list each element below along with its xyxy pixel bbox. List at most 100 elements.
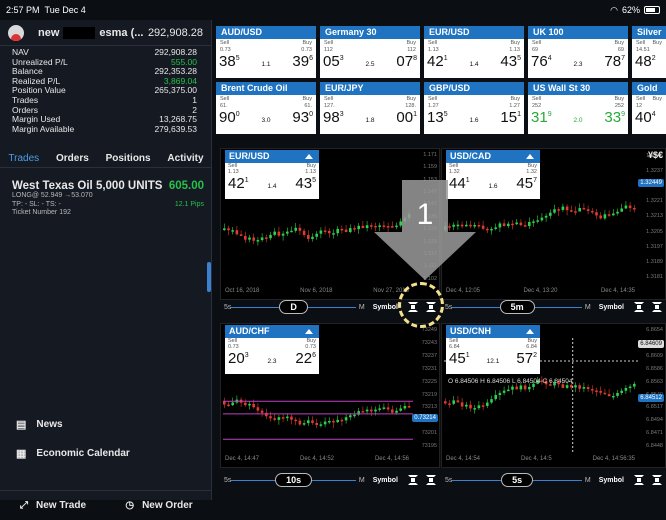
quote-tile[interactable]: EUR/JPY Sell Buy 127. 128. 983 1.8 001	[320, 82, 420, 134]
quote-tile[interactable]: EUR/USD Sell Buy 1.13 1.13 421 1.4 435	[424, 26, 524, 78]
candle-wick	[579, 203, 580, 212]
tab-trades[interactable]: Trades	[8, 153, 39, 164]
buy-price[interactable]: 078	[396, 53, 417, 70]
chart-symbol-header[interactable]: USD/CAD	[446, 150, 540, 163]
sell-price[interactable]: 764	[531, 53, 552, 70]
fullscreen-icon[interactable]	[652, 475, 662, 485]
chart-quote-box[interactable]: Sell Buy 1.13 1.13 421 1.4 435	[225, 163, 319, 199]
sell-price[interactable]: 900	[219, 109, 240, 126]
new-order-button[interactable]: ◷ New Order	[106, 500, 212, 511]
symbol-button[interactable]: Symbol	[599, 477, 624, 484]
quote-tile[interactable]: Gold Sell Buy 12 404	[632, 82, 666, 134]
symbol-button[interactable]: Symbol	[373, 304, 398, 311]
account-header[interactable]: new esma (... 292,908.28	[0, 20, 211, 46]
candle-wick	[604, 388, 606, 395]
sell-price[interactable]: 983	[323, 109, 344, 126]
buy-price[interactable]: 396	[292, 53, 313, 70]
tab-activity[interactable]: Activity	[167, 153, 203, 164]
sell-price[interactable]: 135	[427, 109, 448, 126]
chart-panel[interactable]: 7324973243732377323173225732197321373207…	[220, 323, 440, 468]
sell-price[interactable]: 421	[228, 175, 249, 192]
interval-slider-thumb[interactable]: 10s	[275, 473, 313, 487]
tab-positions[interactable]: Positions	[106, 153, 151, 164]
sell-price[interactable]: 451	[449, 350, 470, 367]
buy-price[interactable]: 339	[604, 109, 625, 126]
bottom-action-bar: ⤢ New Trade ◷ New Order	[0, 490, 212, 520]
candle-wick	[274, 413, 275, 422]
chart-quote-box[interactable]: Sell Buy 6.84 6.84 451 12.1 572	[446, 338, 540, 374]
buy-price[interactable]: 435	[500, 53, 521, 70]
position-title: West Texas Oil 5,000 UNITS	[12, 180, 163, 192]
symbol-button[interactable]: Symbol	[373, 477, 398, 484]
quote-tile[interactable]: Germany 30 Sell Buy 112 112 053 2.5 078	[320, 26, 420, 78]
stat-value: 265,375.00	[154, 85, 197, 96]
y-tick-label: 6.8609	[646, 352, 663, 359]
interval-min-label: 5s	[445, 476, 453, 484]
buy-price[interactable]: 001	[396, 109, 417, 126]
buy-label: Buy	[652, 96, 662, 102]
sell-price[interactable]: 404	[635, 109, 656, 126]
buy-price[interactable]: 787	[604, 53, 625, 70]
position-item[interactable]: West Texas Oil 5,000 UNITS 605.00 LONG@ …	[12, 180, 204, 218]
sell-price[interactable]: 053	[323, 53, 344, 70]
candle-wick	[617, 208, 618, 216]
new-trade-button[interactable]: ⤢ New Trade	[0, 500, 106, 511]
quote-tile[interactable]: GBP/USD Sell Buy 1.27 1.27 135 1.6 151	[424, 82, 524, 134]
interval-slider-track[interactable]	[533, 479, 582, 481]
economic-calendar-link[interactable]: ▦ Economic Calendar	[16, 447, 130, 460]
scrollbar[interactable]	[207, 262, 211, 292]
buy-price[interactable]: 226	[295, 350, 316, 367]
buy-price[interactable]: 930	[292, 109, 313, 126]
fullscreen-icon[interactable]	[652, 302, 662, 312]
interval-slider-track[interactable]	[452, 306, 500, 308]
sell-price[interactable]: 203	[228, 350, 249, 367]
chart-panel[interactable]: 6.86546.86326.86096.85866.85636.85406.85…	[441, 323, 666, 468]
chart-symbol-header[interactable]: USD/CNH	[446, 325, 540, 338]
candle-wick	[329, 417, 330, 424]
newspaper-icon: ▤	[16, 419, 27, 431]
spread: 1.1	[261, 61, 271, 68]
fullscreen-icon[interactable]	[426, 302, 437, 312]
news-link[interactable]: ▤ News	[16, 418, 63, 431]
candle-wick	[596, 208, 597, 220]
quote-tile[interactable]: Brent Crude Oil Sell Buy 61. 61. 900 3.0 930	[216, 82, 316, 134]
interval-slider-track[interactable]	[452, 479, 502, 481]
currency-symbols-icon[interactable]: ¥$€	[648, 150, 663, 160]
interval-slider-track[interactable]	[534, 306, 582, 308]
sell-price[interactable]: 319	[531, 109, 552, 126]
candle-wick	[621, 388, 622, 396]
candle-wick	[457, 396, 459, 403]
sell-price[interactable]: 421	[427, 53, 448, 70]
buy-price[interactable]: 151	[500, 109, 521, 126]
sell-price[interactable]: 482	[635, 53, 656, 70]
interval-slider-track[interactable]	[231, 479, 276, 481]
tab-orders[interactable]: Orders	[56, 153, 89, 164]
fullscreen-icon[interactable]	[426, 475, 437, 485]
chart-symbol-header[interactable]: EUR/USD	[225, 150, 319, 163]
interval-slider-track[interactable]	[312, 479, 356, 481]
quote-tile[interactable]: AUD/USD Sell Buy 0.73 0.73 385 1.1 396	[216, 26, 316, 78]
chart-quote-box[interactable]: Sell Buy 0.73 0.73 203 2.3 226	[225, 338, 319, 374]
buy-price[interactable]: 435	[295, 175, 316, 192]
interval-slider-track[interactable]	[307, 306, 356, 308]
candle-wick	[228, 401, 229, 407]
chart-symbol-header[interactable]: AUD/CHF	[225, 325, 319, 338]
interval-slider-thumb[interactable]: 5m	[499, 300, 535, 314]
sell-price[interactable]: 385	[219, 53, 240, 70]
buy-price[interactable]: 457	[516, 175, 537, 192]
redacted-block	[63, 26, 96, 39]
expand-icon[interactable]	[634, 302, 644, 312]
trade-tabs: Trades Orders Positions Activity	[0, 150, 212, 168]
expand-icon[interactable]	[408, 302, 419, 312]
expand-icon[interactable]	[408, 475, 419, 485]
buy-price[interactable]: 572	[516, 350, 537, 367]
quote-tile[interactable]: Silver Sell Buy 14.51 482	[632, 26, 666, 78]
quote-tile[interactable]: US Wall St 30 Sell Buy 252 252 319 2.0 339	[528, 82, 628, 134]
expand-icon[interactable]	[634, 475, 644, 485]
interval-slider-track[interactable]	[231, 306, 280, 308]
interval-slider-thumb[interactable]: 5s	[501, 473, 534, 487]
candle-wick	[341, 225, 343, 234]
interval-slider-thumb[interactable]: D	[279, 300, 308, 314]
quote-tile[interactable]: UK 100 Sell Buy 69 69 764 2.3 787	[528, 26, 628, 78]
symbol-button[interactable]: Symbol	[599, 304, 624, 311]
